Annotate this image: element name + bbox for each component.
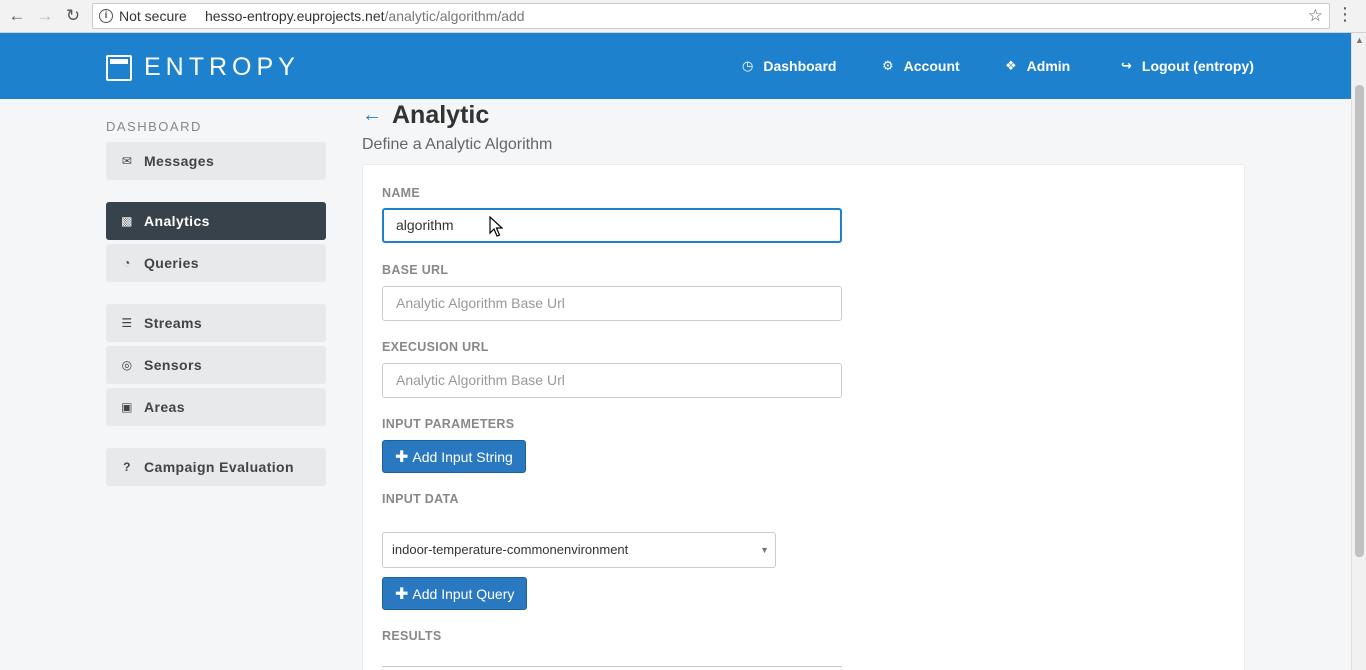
- nav-admin[interactable]: ❖ Admin: [1005, 33, 1070, 99]
- app-header: ENTROPY ◷ Dashboard ⚙ Account ❖ Admin ↪ …: [0, 33, 1351, 99]
- nav-logout[interactable]: ↪ Logout (entropy): [1121, 33, 1254, 99]
- execution-url-input[interactable]: Analytic Algorithm Base Url: [382, 363, 842, 398]
- forward-icon[interactable]: →: [34, 5, 56, 27]
- sidebar-item-label: Messages: [144, 153, 215, 169]
- base-url-label: BASE URL: [382, 263, 449, 277]
- input-data-selected: indoor-temperature-commonenvironment: [392, 542, 629, 557]
- plus-icon: ✚: [395, 585, 409, 603]
- sidebar-item-label: Queries: [144, 255, 199, 271]
- nav-logout-label: Logout (entropy): [1141, 58, 1254, 74]
- pie-chart-icon: ◔: [123, 256, 131, 270]
- info-icon[interactable]: i: [99, 9, 113, 23]
- scrollbar-thumb[interactable]: [1355, 85, 1364, 557]
- logo-icon: [106, 54, 132, 81]
- nav-admin-label: Admin: [1026, 58, 1071, 74]
- bar-chart-icon: ▩: [121, 214, 133, 228]
- sidebar-item-label: Sensors: [144, 357, 203, 373]
- logout-icon: ↪: [1121, 58, 1132, 73]
- sidebar-item-analytics[interactable]: ▩ Analytics: [106, 202, 326, 240]
- address-bar[interactable]: i Not secure hesso-entropy.euprojects.ne…: [92, 3, 1330, 29]
- back-arrow-icon[interactable]: ←: [362, 104, 382, 127]
- sidebar-item-streams[interactable]: ☰ Streams: [106, 304, 326, 342]
- add-input-query-button[interactable]: ✚ Add Input Query: [382, 577, 528, 610]
- map-icon: ▣: [121, 400, 133, 414]
- page-scrollbar[interactable]: ▲: [1351, 33, 1366, 670]
- input-data-select[interactable]: indoor-temperature-commonenvironment ▼: [382, 532, 776, 568]
- nav-account-label: Account: [903, 58, 960, 74]
- pin-icon: ❖: [1005, 58, 1017, 73]
- add-input-string-label: Add Input String: [412, 448, 513, 465]
- results-label: RESULTS: [382, 629, 442, 643]
- nav-account[interactable]: ⚙ Account: [882, 33, 960, 99]
- table-icon: ☰: [121, 316, 133, 330]
- target-icon: ◎: [121, 358, 133, 372]
- base-url-input[interactable]: Analytic Algorithm Base Url: [382, 286, 842, 321]
- envelope-open-icon: ✉: [121, 154, 133, 168]
- input-data-label: INPUT DATA: [382, 492, 459, 506]
- nav-dashboard[interactable]: ◷ Dashboard: [742, 33, 836, 99]
- sidebar-item-sensors[interactable]: ◎ Sensors: [106, 346, 326, 384]
- sidebar-item-messages[interactable]: ✉ Messages: [106, 142, 326, 180]
- mouse-cursor-icon: [489, 216, 503, 237]
- name-input[interactable]: algorithm: [382, 208, 842, 243]
- sidebar-item-label: Campaign Evaluation: [144, 459, 294, 475]
- nav-dashboard-label: Dashboard: [763, 58, 837, 74]
- security-label[interactable]: Not secure: [119, 8, 187, 24]
- page-title: Analytic: [392, 101, 490, 129]
- sidebar-item-areas[interactable]: ▣ Areas: [106, 388, 326, 426]
- scroll-up-icon[interactable]: ▲: [1355, 35, 1364, 45]
- results-field[interactable]: [382, 666, 842, 670]
- back-icon[interactable]: ←: [6, 5, 28, 27]
- url-text[interactable]: hesso-entropy.euprojects.net/analytic/al…: [205, 8, 525, 24]
- browser-menu-icon[interactable]: ⋮: [1336, 4, 1354, 25]
- name-label: NAME: [382, 186, 421, 200]
- logo[interactable]: ENTROPY: [106, 53, 300, 82]
- sidebar-item-label: Streams: [144, 315, 203, 331]
- sidebar-item-label: Areas: [144, 399, 185, 415]
- page-subtitle: Define a Analytic Algorithm: [362, 136, 553, 153]
- question-icon: ?: [123, 460, 131, 474]
- add-input-string-button[interactable]: ✚ Add Input String: [382, 440, 526, 473]
- execution-url-label: EXECUSION URL: [382, 340, 489, 354]
- gear-icon: ⚙: [882, 58, 894, 73]
- chevron-down-icon: ▼: [760, 545, 769, 555]
- browser-toolbar: ← → ↻ i Not secure hesso-entropy.euproje…: [0, 0, 1366, 33]
- sidebar-item-queries[interactable]: ◔ Queries: [106, 244, 326, 282]
- sidebar-title: DASHBOARD: [106, 119, 202, 134]
- input-parameters-label: INPUT PARAMETERS: [382, 417, 515, 431]
- plus-icon: ✚: [395, 448, 409, 466]
- bookmark-star-icon[interactable]: ☆: [1308, 6, 1323, 26]
- dashboard-icon: ◷: [742, 58, 754, 73]
- sidebar-item-label: Analytics: [144, 213, 210, 229]
- sidebar-item-campaign-evaluation[interactable]: ? Campaign Evaluation: [106, 448, 326, 486]
- url-host: hesso-entropy.euprojects.net: [205, 8, 385, 24]
- url-path: /analytic/algorithm/add: [384, 8, 525, 24]
- logo-text: ENTROPY: [144, 53, 300, 81]
- add-input-query-label: Add Input Query: [412, 585, 515, 602]
- reload-icon[interactable]: ↻: [62, 5, 84, 27]
